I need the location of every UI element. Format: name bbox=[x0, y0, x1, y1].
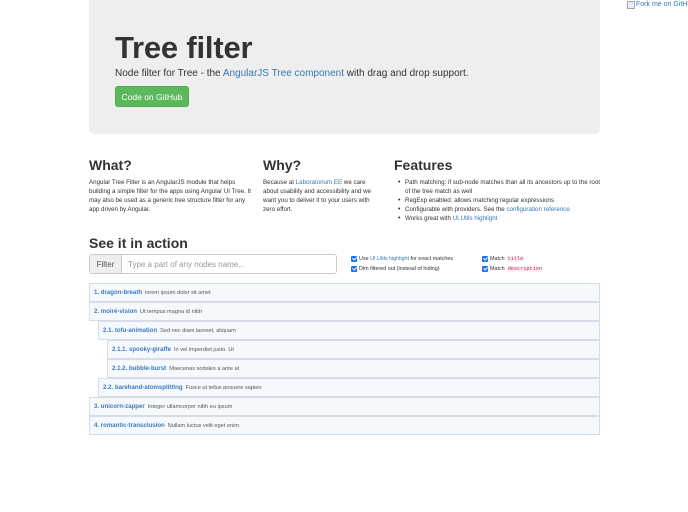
code-on-github-button[interactable]: Code on GitHub bbox=[115, 86, 189, 107]
node-description: lorem ipsum dolor sit amet bbox=[145, 289, 211, 296]
use-highlight-link[interactable]: UI.Utils highlight bbox=[370, 256, 409, 262]
feature-item: Path matching: if sub-node matches than … bbox=[398, 178, 601, 196]
node-description: Nullam luctus velit eget enim bbox=[167, 422, 239, 429]
tree-node[interactable]: 4. romantic-transclusion Nullam luctus ve… bbox=[89, 416, 600, 435]
match-title-code: title bbox=[506, 256, 525, 262]
use-highlight-checkbox[interactable] bbox=[351, 256, 357, 262]
use-highlight-prefix: Use bbox=[359, 256, 369, 262]
feature-text: Works great with bbox=[405, 215, 453, 222]
filter-input[interactable] bbox=[121, 254, 337, 274]
why-heading: Why? bbox=[263, 157, 302, 173]
jumbotron: Tree filter Node filter for Tree - the A… bbox=[89, 0, 600, 134]
dim-filtered-option[interactable]: Dim filtered out (instead of hiding) bbox=[351, 266, 440, 272]
node-title: 2.2. barehand-atomsplitting bbox=[103, 384, 183, 391]
node-description: Maecenas sodales a ante at bbox=[169, 365, 240, 372]
node-description: Sed nec diam laoreet, aliquam bbox=[160, 327, 236, 334]
node-title: 4. romantic-transclusion bbox=[94, 422, 165, 429]
tree-node[interactable]: 2. moiré-vision Ut tempus magna id nibh bbox=[89, 302, 600, 321]
lead-prefix: Node filter for Tree - the bbox=[115, 68, 223, 79]
node-title: 2.1.2. bubble-burst bbox=[112, 365, 167, 372]
broken-image-icon bbox=[627, 0, 635, 9]
feature-item: Works great with UI.Utils highlight bbox=[398, 214, 600, 223]
match-description-option[interactable]: Match description bbox=[482, 266, 543, 272]
match-title-option[interactable]: Match title bbox=[482, 256, 525, 262]
what-text: Angular Tree Filter is an AngularJS modu… bbox=[89, 179, 251, 213]
match-description-code: description bbox=[506, 266, 543, 272]
laboratorium-ee-link[interactable]: Laboratorium EE bbox=[296, 179, 342, 186]
match-description-checkbox[interactable] bbox=[482, 266, 488, 272]
what-heading: What? bbox=[89, 157, 132, 173]
match-title-label: Match bbox=[490, 256, 505, 262]
features-heading: Features bbox=[394, 157, 453, 173]
tree-node[interactable]: 2.1.1. spooky-giraffe In vel imperdiet ju… bbox=[107, 340, 600, 359]
node-title: 2.1. tofu-animation bbox=[103, 327, 158, 334]
lead-suffix: with drag and drop support. bbox=[344, 68, 469, 79]
tree-node[interactable]: 2.1. tofu-animation Sed nec diam laoreet,… bbox=[98, 321, 600, 340]
node-description: Fusce ut tellus posuere sapien bbox=[185, 384, 262, 391]
node-title: 3. unicorn-zapper bbox=[94, 403, 145, 410]
what-section: What? Angular Tree Filter is an AngularJ… bbox=[89, 157, 255, 214]
dim-filtered-checkbox[interactable] bbox=[351, 266, 357, 272]
page-title: Tree filter bbox=[115, 30, 253, 65]
node-description: Integer ullamcorper nibh eu ipsum bbox=[147, 403, 233, 410]
feature-text: RegExp enabled: allows matching regular … bbox=[405, 197, 554, 204]
tree-node[interactable]: 3. unicorn-zapper Integer ullamcorper nib… bbox=[89, 397, 600, 416]
features-list: Path matching: if sub-node matches than … bbox=[394, 178, 600, 223]
match-title-checkbox[interactable] bbox=[482, 256, 488, 262]
see-it-in-action-heading: See it in action bbox=[89, 235, 188, 251]
ui-utils-highlight-link[interactable]: UI.Utils highlight bbox=[453, 215, 498, 222]
filter-addon-label: Filter bbox=[89, 254, 121, 274]
use-highlight-option[interactable]: Use UI.Utils highlight for exact matches bbox=[351, 256, 453, 262]
filter-input-group: Filter bbox=[89, 254, 337, 274]
fork-me-alt-text: Fork me on GitHub bbox=[636, 1, 688, 8]
fork-me-link[interactable]: Fork me on GitHub bbox=[627, 0, 688, 9]
node-title: 2. moiré-vision bbox=[94, 308, 138, 315]
lead-text: Node filter for Tree - the AngularJS Tre… bbox=[115, 68, 469, 79]
match-description-label: Match bbox=[490, 266, 505, 272]
why-section: Why? Because at Laboratorium EE we care … bbox=[263, 157, 381, 214]
node-description: In vel imperdiet justo. Ut bbox=[173, 346, 234, 353]
tree-node[interactable]: 2.2. barehand-atomsplitting Fusce ut tell… bbox=[98, 378, 600, 397]
configuration-reference-link[interactable]: configuration reference bbox=[506, 206, 569, 213]
node-description: Ut tempus magna id nibh bbox=[140, 308, 203, 315]
why-text-prefix: Because at bbox=[263, 179, 296, 186]
feature-item: RegExp enabled: allows matching regular … bbox=[398, 196, 600, 205]
feature-item: Configurable with providers. See the con… bbox=[398, 205, 600, 214]
features-section: Features Path matching: if sub-node matc… bbox=[394, 157, 600, 223]
tree-node[interactable]: 1. dragon-breath lorem ipsum dolor sit am… bbox=[89, 283, 600, 302]
why-text: Because at Laboratorium EE we care about… bbox=[263, 178, 381, 214]
dim-filtered-label: Dim filtered out (instead of hiding) bbox=[359, 266, 440, 272]
feature-text: Path matching: if sub-node matches than … bbox=[405, 179, 601, 195]
use-highlight-suffix: for exact matches bbox=[410, 256, 454, 262]
node-title: 2.1.1. spooky-giraffe bbox=[112, 346, 171, 353]
node-title: 1. dragon-breath bbox=[94, 289, 143, 296]
tree-node[interactable]: 2.1.2. bubble-burst Maecenas sodales a an… bbox=[107, 359, 600, 378]
angular-tree-component-link[interactable]: AngularJS Tree component bbox=[223, 68, 344, 79]
feature-text: Configurable with providers. See the bbox=[405, 206, 507, 213]
